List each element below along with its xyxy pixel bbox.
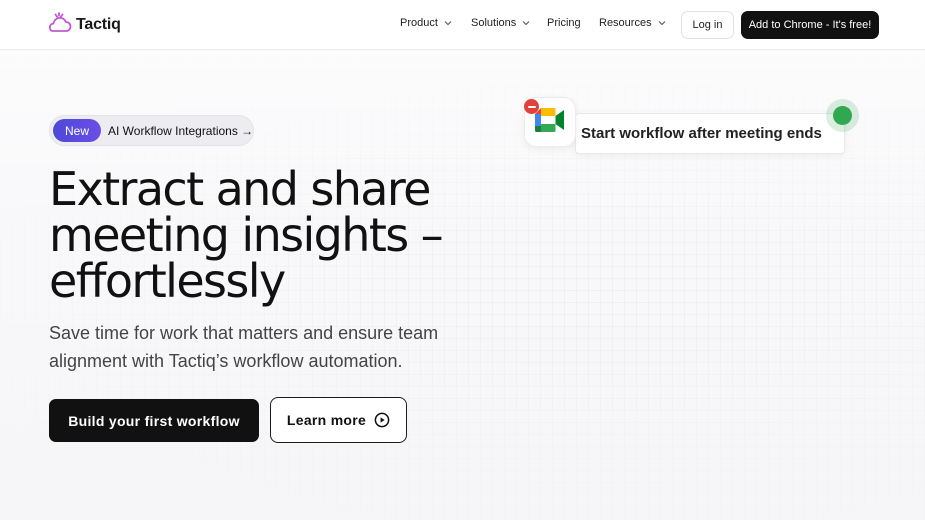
headline-line: Extract and share <box>49 162 431 216</box>
workflow-trigger-label: Start workflow after meeting ends <box>581 125 822 142</box>
nav-item-label: Solutions <box>471 17 517 29</box>
announcement-badge[interactable]: New AI Workflow Integrations → <box>49 115 254 146</box>
learn-more-label: Learn more <box>286 412 367 428</box>
hero-subtext: Save time for work that matters and ensu… <box>49 319 469 375</box>
subtext-line: Save time for work that matters and ensu… <box>49 323 439 343</box>
remove-icon[interactable] <box>524 99 539 114</box>
nav-item-label: Product <box>400 17 438 29</box>
login-button[interactable]: Log in <box>681 11 734 39</box>
subtext-line: alignment with Tactiq’s workflow automat… <box>49 351 403 371</box>
top-navbar: Tactiq Product Solutions Pricing Resourc… <box>0 0 925 50</box>
nav-item-resources[interactable]: Resources <box>599 17 666 29</box>
learn-more-button[interactable]: Learn more <box>270 397 407 443</box>
chevron-down-icon <box>444 19 452 27</box>
chevron-down-icon <box>658 19 666 27</box>
headline-line: effortlessly <box>49 254 286 308</box>
workflow-trigger-card[interactable]: Start workflow after meeting ends <box>575 113 845 154</box>
brand-logo[interactable]: Tactiq <box>46 11 121 40</box>
brand-name: Tactiq <box>76 16 121 33</box>
cloud-logo-icon <box>46 11 72 40</box>
nav-item-pricing[interactable]: Pricing <box>547 17 581 29</box>
nav-item-label: Resources <box>599 17 652 29</box>
chevron-down-icon <box>522 19 530 27</box>
active-status-icon <box>826 99 859 132</box>
google-meet-icon <box>535 107 565 137</box>
headline-line: meeting insights – <box>49 208 444 262</box>
nav-item-label: Pricing <box>547 17 581 29</box>
new-pill: New <box>53 119 101 142</box>
add-to-chrome-button[interactable]: Add to Chrome - It's free! <box>741 11 879 39</box>
badge-link-text: AI Workflow Integrations → <box>108 124 254 138</box>
nav-item-solutions[interactable]: Solutions <box>471 17 530 29</box>
play-circle-icon <box>374 412 390 428</box>
nav-item-product[interactable]: Product <box>400 17 452 29</box>
hero-headline: Extract and share meeting insights – eff… <box>49 166 479 304</box>
build-workflow-button[interactable]: Build your first workflow <box>49 399 259 442</box>
